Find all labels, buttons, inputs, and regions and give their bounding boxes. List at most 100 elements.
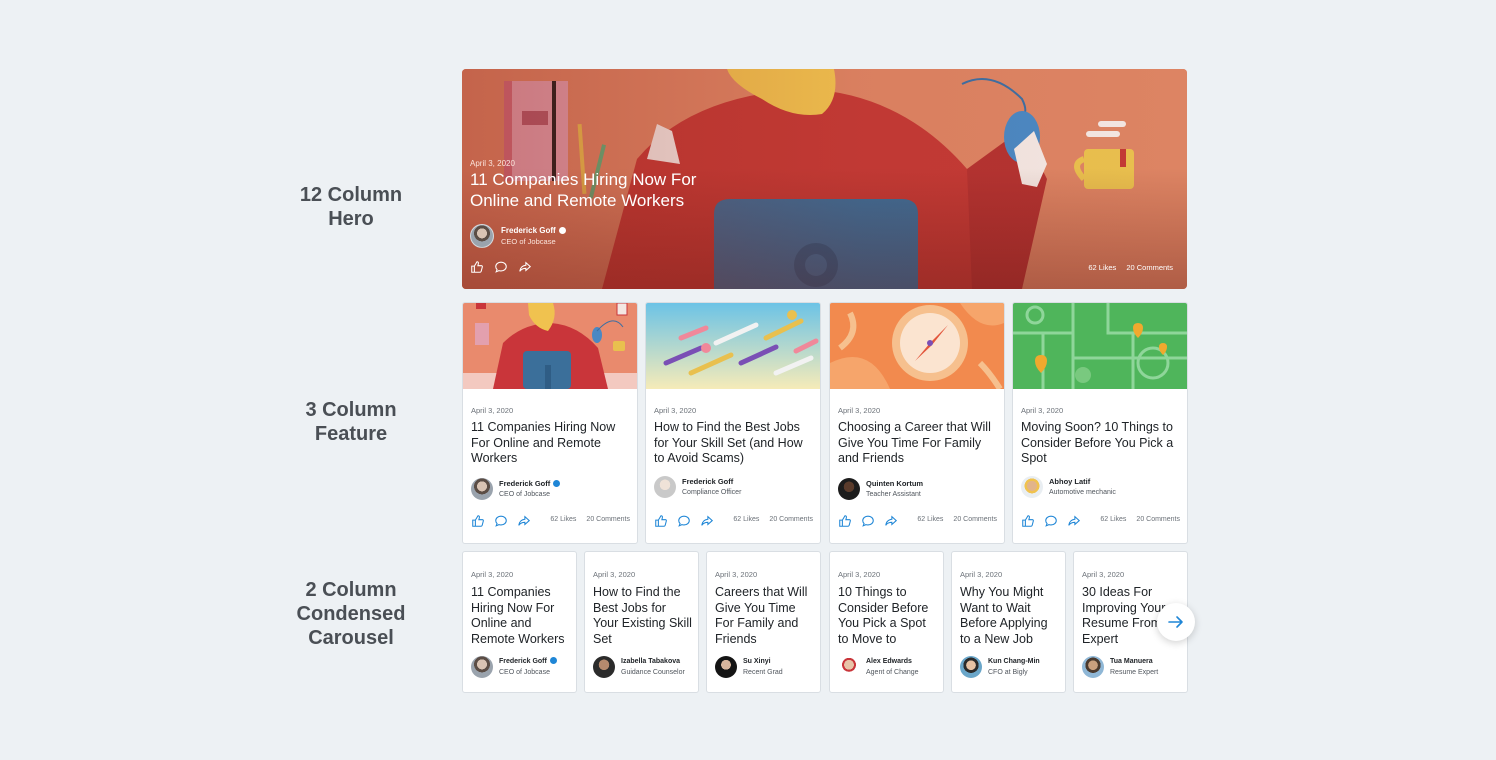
carousel-card[interactable]: April 3, 2020 Careers that Will Give You… — [706, 551, 821, 693]
card-title[interactable]: 11 Companies Hiring Now For Online and R… — [471, 585, 571, 647]
card-author[interactable]: Frederick Goff CEO of Jobcase — [471, 656, 557, 678]
card-author[interactable]: Abhoy Latif Automotive mechanic — [1021, 476, 1116, 498]
carousel-card[interactable]: April 3, 2020 11 Companies Hiring Now Fo… — [462, 551, 577, 693]
author-name[interactable]: Alex Edwards — [866, 658, 912, 665]
likes-count[interactable]: 62 Likes — [1100, 516, 1126, 523]
share-icon[interactable] — [517, 514, 531, 528]
share-icon[interactable] — [1067, 514, 1081, 528]
hero-author[interactable]: Frederick Goff CEO of Jobcase — [470, 224, 566, 248]
feature-card[interactable]: April 3, 2020 Moving Soon? 10 Things to … — [1012, 302, 1188, 544]
avatar[interactable] — [960, 656, 982, 678]
avatar[interactable] — [1082, 656, 1104, 678]
author-role: Recent Grad — [743, 668, 783, 676]
author-name[interactable]: Frederick Goff — [499, 479, 550, 488]
card-date: April 3, 2020 — [654, 406, 697, 415]
likes-count[interactable]: 62 Likes — [1088, 263, 1116, 272]
author-role: CEO of Jobcase — [499, 668, 550, 676]
author-name[interactable]: Abhoy Latif — [1049, 477, 1090, 486]
card-author[interactable]: Izabella Tabakova Guidance Counselor — [593, 656, 685, 678]
avatar[interactable] — [838, 656, 860, 678]
comments-count[interactable]: 20 Comments — [586, 516, 630, 523]
thumbs-up-icon[interactable] — [654, 514, 668, 528]
avatar[interactable] — [471, 656, 493, 678]
carousel-card[interactable]: April 3, 2020 10 Things to Consider Befo… — [829, 551, 944, 693]
likes-count[interactable]: 62 Likes — [550, 516, 576, 523]
hero-date: April 3, 2020 — [470, 159, 515, 168]
card-author[interactable]: Su Xinyi Recent Grad — [715, 656, 783, 678]
card-actions — [654, 514, 714, 528]
carousel-card[interactable]: April 3, 2020 Why You Might Want to Wait… — [951, 551, 1066, 693]
author-role: CEO of Jobcase — [499, 490, 550, 498]
card-actions — [471, 514, 531, 528]
share-icon[interactable] — [700, 514, 714, 528]
author-role: Automotive mechanic — [1049, 488, 1116, 496]
card-author[interactable]: Kun Chang-Min CFO at Bigly — [960, 656, 1040, 678]
comments-count[interactable]: 20 Comments — [953, 516, 997, 523]
comment-icon[interactable] — [494, 260, 508, 274]
comments-count[interactable]: 20 Comments — [1126, 263, 1173, 272]
avatar[interactable] — [715, 656, 737, 678]
comment-icon[interactable] — [1044, 514, 1058, 528]
card-author[interactable]: Alex Edwards Agent of Change — [838, 656, 919, 678]
author-name[interactable]: Quinten Kortum — [866, 479, 923, 488]
author-name[interactable]: Frederick Goff — [682, 477, 733, 486]
author-name[interactable]: Frederick Goff — [499, 658, 547, 665]
author-name[interactable]: Tua Manuera — [1110, 658, 1153, 665]
comment-icon[interactable] — [677, 514, 691, 528]
author-role: Teacher Assistant — [866, 490, 921, 498]
feature-card[interactable]: April 3, 2020 Choosing a Career that Wil… — [829, 302, 1005, 544]
card-title[interactable]: Choosing a Career that Will Give You Tim… — [838, 420, 998, 467]
author-name[interactable]: Frederick Goff — [501, 226, 556, 235]
card-author[interactable]: Quinten Kortum Teacher Assistant — [838, 478, 923, 500]
avatar[interactable] — [471, 478, 493, 500]
card-author[interactable]: Frederick Goff Compliance Officer — [654, 476, 741, 498]
comments-count[interactable]: 20 Comments — [769, 516, 813, 523]
card-author[interactable]: Frederick Goff CEO of Jobcase — [471, 478, 561, 500]
feature-card[interactable]: April 3, 2020 How to Find the Best Jobs … — [645, 302, 821, 544]
carousel-card[interactable]: April 3, 2020 How to Find the Best Jobs … — [584, 551, 699, 693]
thumbs-up-icon[interactable] — [838, 514, 852, 528]
avatar[interactable] — [654, 476, 676, 498]
card-title[interactable]: Why You Might Want to Wait Before Applyi… — [960, 585, 1060, 647]
thumbs-up-icon[interactable] — [470, 260, 484, 274]
verified-badge-icon — [558, 226, 566, 234]
comments-count[interactable]: 20 Comments — [1136, 516, 1180, 523]
thumbs-up-icon[interactable] — [1021, 514, 1035, 528]
share-icon[interactable] — [884, 514, 898, 528]
avatar[interactable] — [1021, 476, 1043, 498]
author-name[interactable]: Izabella Tabakova — [621, 658, 680, 665]
card-title[interactable]: 10 Things to Consider Before You Pick a … — [838, 585, 938, 647]
avatar[interactable] — [838, 478, 860, 500]
card-title[interactable]: How to Find the Best Jobs for Your Skill… — [654, 420, 814, 467]
card-title[interactable]: Careers that Will Give You Time For Fami… — [715, 585, 815, 647]
verified-badge-icon — [549, 657, 557, 665]
card-stats: 62 Likes 20 Comments — [550, 516, 630, 523]
hero-card[interactable]: April 3, 2020 11 Companies Hiring Now Fo… — [462, 69, 1187, 289]
avatar[interactable] — [470, 224, 494, 248]
comment-icon[interactable] — [494, 514, 508, 528]
share-icon[interactable] — [518, 260, 532, 274]
card-title[interactable]: How to Find the Best Jobs for Your Exist… — [593, 585, 693, 647]
arrow-right-icon — [1168, 616, 1183, 628]
comment-icon[interactable] — [861, 514, 875, 528]
card-date: April 3, 2020 — [838, 406, 881, 415]
card-date: April 3, 2020 — [715, 570, 758, 579]
avatar[interactable] — [593, 656, 615, 678]
likes-count[interactable]: 62 Likes — [917, 516, 943, 523]
author-name[interactable]: Kun Chang-Min — [988, 658, 1040, 665]
author-role: Compliance Officer — [682, 488, 742, 496]
likes-count[interactable]: 62 Likes — [733, 516, 759, 523]
feature-thumbnail — [463, 303, 637, 389]
card-author[interactable]: Tua Manuera Resume Expert — [1082, 656, 1158, 678]
card-title[interactable]: 11 Companies Hiring Now For Online and R… — [471, 420, 631, 467]
card-title[interactable]: Moving Soon? 10 Things to Consider Befor… — [1021, 420, 1181, 467]
author-role: Agent of Change — [866, 668, 919, 676]
author-role: CFO at Bigly — [988, 668, 1028, 676]
thumbs-up-icon[interactable] — [471, 514, 485, 528]
feature-card[interactable]: April 3, 2020 11 Companies Hiring Now Fo… — [462, 302, 638, 544]
card-actions — [838, 514, 898, 528]
carousel-next-button[interactable] — [1157, 603, 1195, 641]
card-stats: 62 Likes 20 Comments — [1100, 516, 1180, 523]
hero-title[interactable]: 11 Companies Hiring Now For Online and R… — [470, 169, 750, 211]
author-name[interactable]: Su Xinyi — [743, 658, 771, 665]
